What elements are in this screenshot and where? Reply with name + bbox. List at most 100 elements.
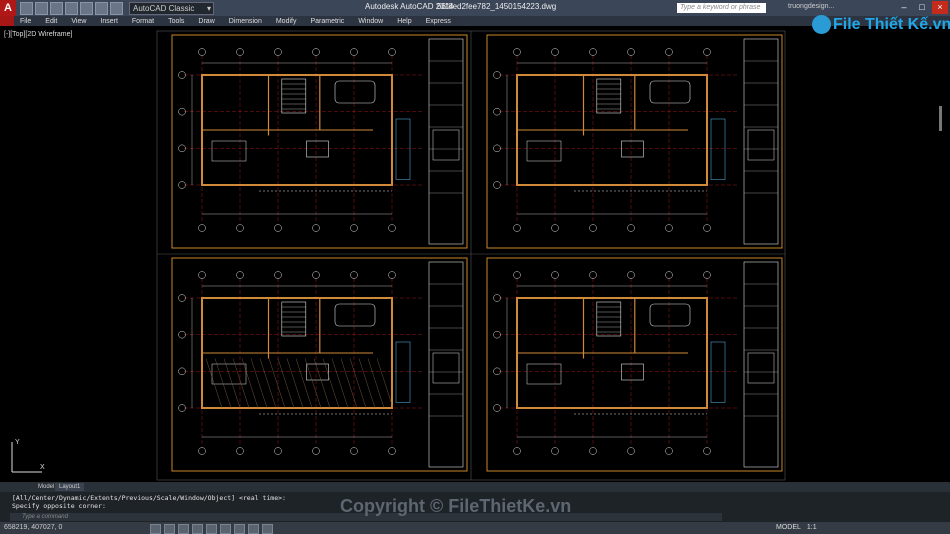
car-block: [649, 303, 691, 327]
menu-view[interactable]: View: [71, 18, 86, 25]
ortho-icon[interactable]: [178, 524, 189, 534]
file-name: 56f8ed2fee782_1450154223.dwg: [437, 2, 557, 11]
ducs-icon[interactable]: [234, 524, 245, 534]
menu-modify[interactable]: Modify: [276, 18, 297, 25]
menu-format[interactable]: Format: [132, 18, 154, 25]
tab-layout1[interactable]: Layout1: [55, 483, 85, 491]
menu-app-icon[interactable]: [0, 16, 14, 26]
menu-bar: File Edit View Insert Format Tools Draw …: [0, 16, 950, 26]
grid-icon[interactable]: [164, 524, 175, 534]
grid-bubble: [236, 271, 244, 279]
save-icon[interactable]: [50, 1, 63, 15]
grid-bubble: [665, 224, 673, 232]
grid-bubble: [198, 48, 206, 56]
table-block: [621, 363, 644, 381]
annotation-scale[interactable]: 1:1: [807, 524, 817, 531]
title-block: [428, 261, 464, 468]
undo-icon[interactable]: [95, 1, 108, 15]
menu-tools[interactable]: Tools: [168, 18, 184, 25]
menu-draw[interactable]: Draw: [198, 18, 214, 25]
car-block: [334, 303, 376, 327]
menu-help[interactable]: Help: [397, 18, 411, 25]
workspace-dropdown[interactable]: AutoCAD Classic: [129, 1, 214, 15]
grid-bubble: [551, 224, 559, 232]
grid-bubble: [388, 48, 396, 56]
grid-bubble: [388, 271, 396, 279]
new-icon[interactable]: [20, 1, 33, 15]
hatch-line: [313, 358, 331, 409]
menu-dimension[interactable]: Dimension: [229, 18, 262, 25]
polar-icon[interactable]: [192, 524, 203, 534]
menu-edit[interactable]: Edit: [45, 18, 57, 25]
grid-bubble: [312, 271, 320, 279]
ramp-area: [395, 118, 411, 180]
maximize-icon[interactable]: □: [914, 1, 930, 14]
grid-bubble: [513, 447, 521, 455]
layout-tabs: Model Layout1: [0, 482, 950, 492]
hatch-line: [241, 358, 259, 409]
menu-parametric[interactable]: Parametric: [310, 18, 344, 25]
autocad-app-icon[interactable]: A: [0, 0, 16, 16]
drawing-canvas[interactable]: [0, 26, 950, 482]
table-block: [306, 363, 329, 381]
hatch-line: [277, 358, 295, 409]
window-controls: – □ ×: [896, 1, 948, 14]
grid-bubble: [703, 271, 711, 279]
user-name[interactable]: truongdesign...: [788, 3, 834, 10]
dyn-icon[interactable]: [248, 524, 259, 534]
grid-bubble: [274, 224, 282, 232]
grid-bubble: [388, 224, 396, 232]
hatch-line: [232, 358, 250, 409]
grid-bubble: [589, 48, 597, 56]
hatch-line: [340, 358, 358, 409]
grid-bubble: [236, 48, 244, 56]
status-bar: 658219, 407027, 0 MODEL 1:1: [0, 522, 950, 534]
lineweight-icon[interactable]: [262, 524, 273, 534]
logo-badge-icon: [812, 15, 831, 34]
menu-window[interactable]: Window: [358, 18, 383, 25]
grid-bubble: [589, 224, 597, 232]
grid-bubble: [665, 48, 673, 56]
grid-bubble: [274, 447, 282, 455]
grid-bubble: [589, 447, 597, 455]
grid-bubble: [703, 447, 711, 455]
menu-file[interactable]: File: [20, 18, 31, 25]
grid-bubble: [350, 48, 358, 56]
hatch-line: [286, 358, 304, 409]
osnap-icon[interactable]: [206, 524, 217, 534]
viewcube-nav-bar[interactable]: [939, 106, 942, 131]
open-icon[interactable]: [35, 1, 48, 15]
grid-bubble: [589, 271, 597, 279]
hatch-line: [295, 358, 313, 409]
title-block: [743, 38, 779, 245]
close-icon[interactable]: ×: [932, 1, 948, 14]
ramp-area: [710, 341, 726, 403]
grid-bubble: [198, 271, 206, 279]
otrack-icon[interactable]: [220, 524, 231, 534]
car-block: [649, 80, 691, 104]
menu-express[interactable]: Express: [426, 18, 451, 25]
grid-bubble: [312, 447, 320, 455]
viewport-label[interactable]: [-][Top][2D Wireframe]: [4, 31, 72, 38]
model-toggle[interactable]: MODEL: [776, 524, 801, 531]
menu-insert[interactable]: Insert: [100, 18, 118, 25]
save-as-icon[interactable]: [65, 1, 78, 15]
hatch-line: [376, 358, 394, 409]
grid-bubble: [703, 48, 711, 56]
table-block: [621, 140, 644, 158]
grid-bubble: [703, 224, 711, 232]
hatch-line: [322, 358, 340, 409]
minimize-icon[interactable]: –: [896, 1, 912, 14]
hatch-line: [223, 358, 241, 409]
ucs-icon: Y X: [11, 439, 45, 473]
sheet-border: [171, 34, 468, 249]
print-icon[interactable]: [80, 1, 93, 15]
help-search-input[interactable]: Type a keyword or phrase: [677, 3, 766, 13]
hatch-line: [205, 358, 223, 409]
snap-icon[interactable]: [150, 524, 161, 534]
command-history-line: [All/Center/Dynamic/Extents/Previous/Sca…: [12, 494, 286, 502]
copyright-watermark: Copyright © FileThietKe.vn: [340, 496, 572, 516]
redo-icon[interactable]: [110, 1, 123, 15]
furniture-block: [211, 140, 247, 162]
grid-bubble: [627, 271, 635, 279]
